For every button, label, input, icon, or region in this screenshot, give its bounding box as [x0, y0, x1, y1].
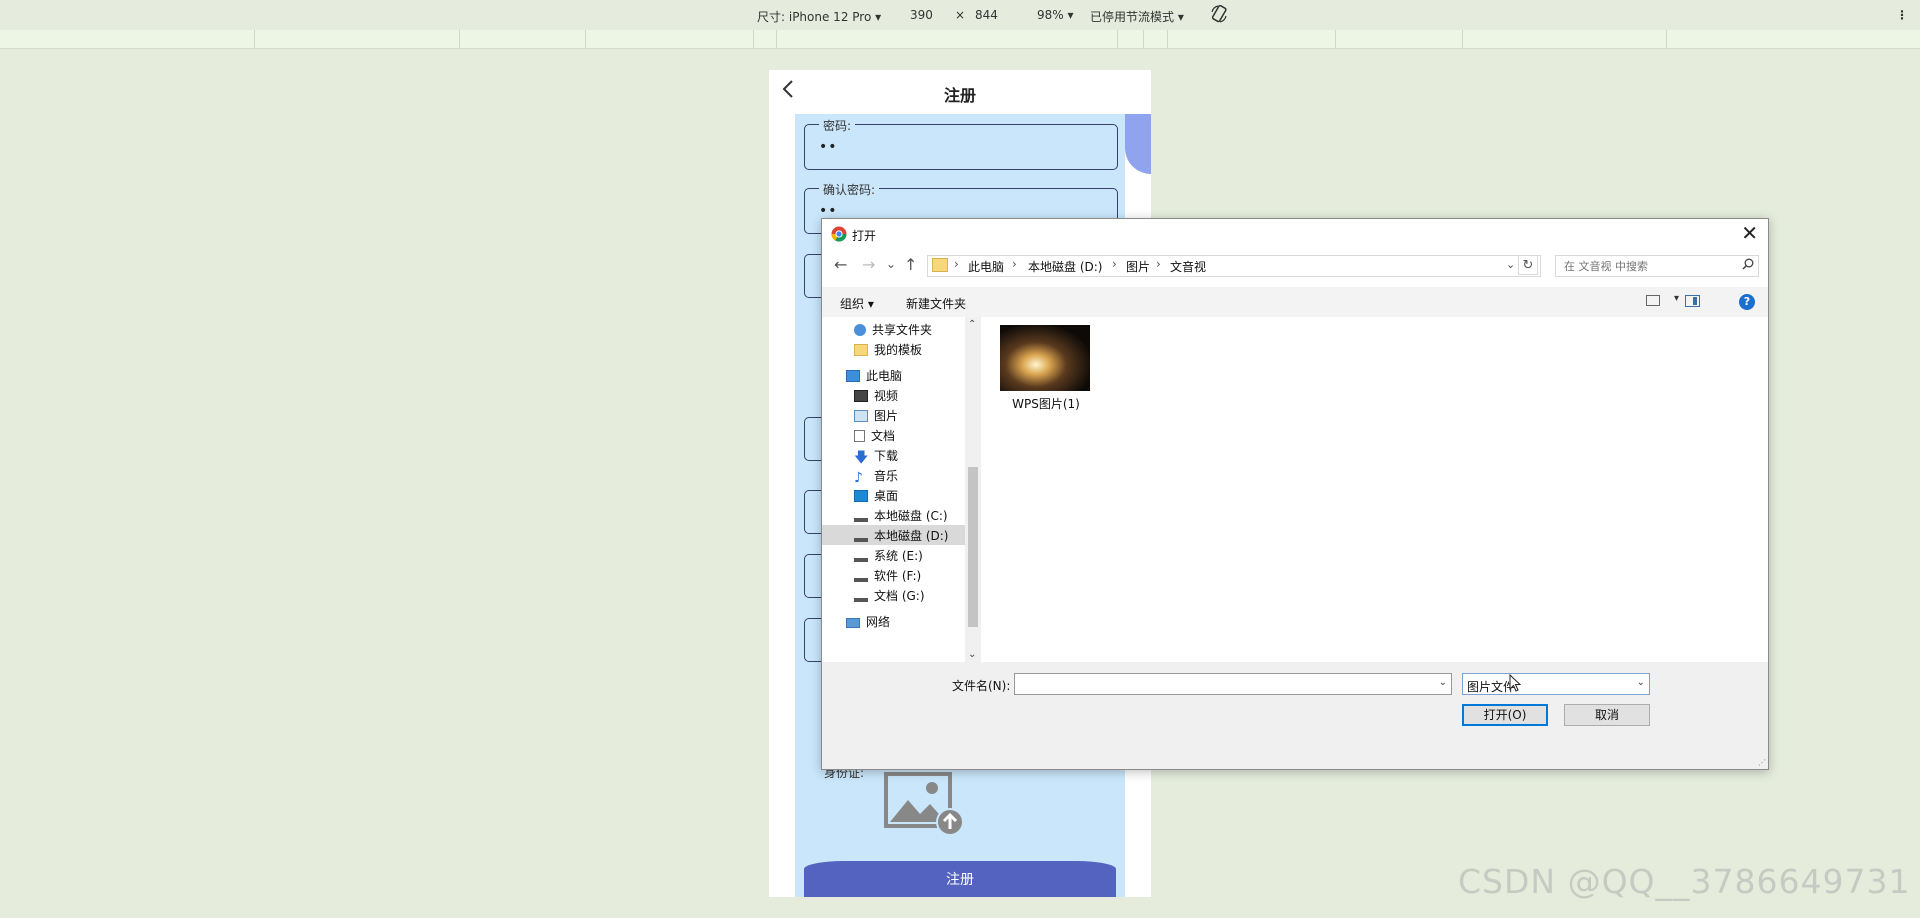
file-name: WPS图片(1): [1012, 397, 1080, 411]
rotate-icon[interactable]: [1210, 4, 1228, 27]
network-icon: [846, 618, 860, 628]
filetype-value: 图片文件: [1467, 680, 1516, 694]
search-box[interactable]: [1555, 255, 1759, 277]
nav-item-templates[interactable]: 我的模板: [854, 341, 922, 358]
image-thumbnail[interactable]: [1000, 325, 1090, 391]
nav-item-drive-f[interactable]: 软件 (F:): [854, 567, 921, 584]
register-button[interactable]: 注册: [804, 861, 1116, 897]
drive-icon: [854, 592, 868, 602]
search-input[interactable]: [1562, 257, 1736, 275]
chevron-up-icon[interactable]: ⌃: [968, 319, 976, 330]
pictures-icon: [854, 410, 868, 422]
password-value: ••: [819, 139, 838, 155]
confirm-password-label: 确认密码:: [819, 181, 880, 198]
navigation-pane: 共享文件夹 我的模板 此电脑 视频 图片 文档 🡇 下载 ♪ 音乐 桌面 本地磁盘 …: [822, 317, 965, 662]
command-bar: 组织 ▾ 新建文件夹 ▾ ?: [822, 287, 1768, 317]
drive-icon: [854, 512, 868, 522]
dimension-separator: ×: [955, 8, 966, 22]
chevron-down-icon[interactable]: ⌄: [968, 649, 976, 660]
new-folder-button[interactable]: 新建文件夹: [906, 295, 966, 312]
documents-icon: [854, 430, 865, 442]
nav-item-shared[interactable]: 共享文件夹: [854, 321, 932, 338]
nav-item-desktop[interactable]: 桌面: [854, 487, 898, 504]
scrollbar-thumb[interactable]: [968, 467, 978, 627]
forward-arrow-icon[interactable]: →: [862, 255, 875, 274]
chevron-down-icon[interactable]: ⌄: [1637, 677, 1645, 688]
resize-grip-icon[interactable]: ⋰: [1758, 758, 1766, 767]
nav-item-drive-e[interactable]: 系统 (E:): [854, 547, 923, 564]
nav-header: 注册: [769, 70, 1151, 114]
help-icon[interactable]: ?: [1739, 294, 1755, 310]
close-icon[interactable]: ✕: [1741, 221, 1758, 245]
height-input[interactable]: 844: [975, 8, 998, 22]
address-dropdown-icon[interactable]: ⌄: [1506, 258, 1515, 271]
cancel-button[interactable]: 取消: [1564, 704, 1650, 726]
file-open-dialog: 打开 ✕ ← → ⌄ ↑ › 此电脑 › 本地磁盘 (D:) › 图片 › 文音…: [821, 218, 1769, 770]
nav-item-downloads[interactable]: 🡇 下载: [854, 447, 898, 466]
nav-item-music[interactable]: ♪ 音乐: [854, 467, 898, 486]
chrome-icon: [831, 226, 847, 242]
recent-locations-icon[interactable]: ⌄: [886, 257, 896, 271]
folder-icon: [932, 258, 948, 272]
watermark: CSDN @QQ__3786649731: [1458, 862, 1911, 901]
music-icon: ♪: [854, 470, 863, 486]
breadcrumb-item[interactable]: 图片: [1126, 258, 1150, 275]
nav-item-pictures[interactable]: 图片: [854, 407, 898, 424]
organize-button[interactable]: 组织 ▾: [840, 295, 874, 312]
device-select[interactable]: 尺寸: iPhone 12 Pro ▾: [757, 8, 881, 25]
folder-icon: [854, 344, 868, 356]
nav-item-this-pc[interactable]: 此电脑: [846, 367, 902, 384]
desktop-icon: [854, 490, 868, 502]
filename-label: 文件名(N):: [952, 679, 1011, 693]
throttle-select[interactable]: 已停用节流模式 ▾: [1090, 8, 1184, 25]
nav-scrollbar[interactable]: ⌃ ⌄: [965, 317, 981, 662]
zoom-select[interactable]: 98% ▾: [1037, 8, 1074, 22]
breadcrumb-item[interactable]: 文音视: [1170, 258, 1206, 275]
filetype-select[interactable]: 图片文件 ⌄: [1462, 673, 1650, 695]
video-icon: [854, 390, 868, 402]
breadcrumb-item[interactable]: 本地磁盘 (D:): [1028, 258, 1102, 275]
page-margin-left: [769, 114, 795, 897]
drive-icon: [854, 532, 868, 542]
computer-icon: [846, 370, 860, 382]
open-button[interactable]: 打开(O): [1462, 704, 1548, 726]
refresh-icon[interactable]: ↻: [1518, 255, 1538, 275]
chevron-down-icon[interactable]: ⌄: [1439, 677, 1447, 688]
view-dropdown-icon[interactable]: ▾: [1674, 293, 1679, 304]
drive-icon: [854, 552, 868, 562]
nav-item-documents[interactable]: 文档: [854, 427, 895, 444]
devtools-toolbar: 尺寸: iPhone 12 Pro ▾ 390 × 844 98% ▾ 已停用节…: [0, 0, 1920, 31]
nav-item-drive-c[interactable]: 本地磁盘 (C:): [854, 507, 948, 524]
nav-item-videos[interactable]: 视频: [854, 387, 898, 404]
address-bar[interactable]: › 此电脑 › 本地磁盘 (D:) › 图片 › 文音视: [927, 255, 1541, 277]
nav-item-drive-g[interactable]: 文档 (G:): [854, 587, 925, 604]
download-icon: 🡇: [854, 450, 869, 466]
dialog-title: 打开: [852, 229, 877, 243]
up-arrow-icon[interactable]: ↑: [904, 255, 917, 274]
filename-input[interactable]: ⌄: [1014, 673, 1452, 695]
width-input[interactable]: 390: [910, 8, 933, 22]
breadcrumb-item[interactable]: 此电脑: [968, 258, 1004, 275]
mouse-cursor-icon: [1509, 673, 1522, 696]
preview-pane-icon[interactable]: [1685, 295, 1700, 307]
password-label: 密码:: [819, 117, 856, 134]
search-icon: [1742, 258, 1754, 273]
more-options-icon[interactable]: ⋮: [1896, 8, 1908, 22]
view-options-icon[interactable]: [1646, 295, 1660, 306]
media-query-ruler[interactable]: [0, 30, 1920, 49]
confirm-password-value: ••: [819, 203, 838, 219]
dialog-footer: 文件名(N): ⌄ 图片文件 ⌄ 打开(O) 取消 ⋰: [822, 662, 1768, 769]
nav-item-network[interactable]: 网络: [846, 613, 890, 630]
drive-icon: [854, 572, 868, 582]
image-upload-icon[interactable]: [884, 772, 964, 839]
page-title: 注册: [943, 86, 976, 105]
nav-item-drive-d[interactable]: 本地磁盘 (D:): [822, 525, 965, 545]
back-arrow-icon[interactable]: ←: [834, 255, 847, 274]
file-list: WPS图片(1): [981, 317, 1768, 662]
shared-folder-icon: [854, 324, 866, 336]
password-field[interactable]: 密码: ••: [804, 117, 1118, 170]
